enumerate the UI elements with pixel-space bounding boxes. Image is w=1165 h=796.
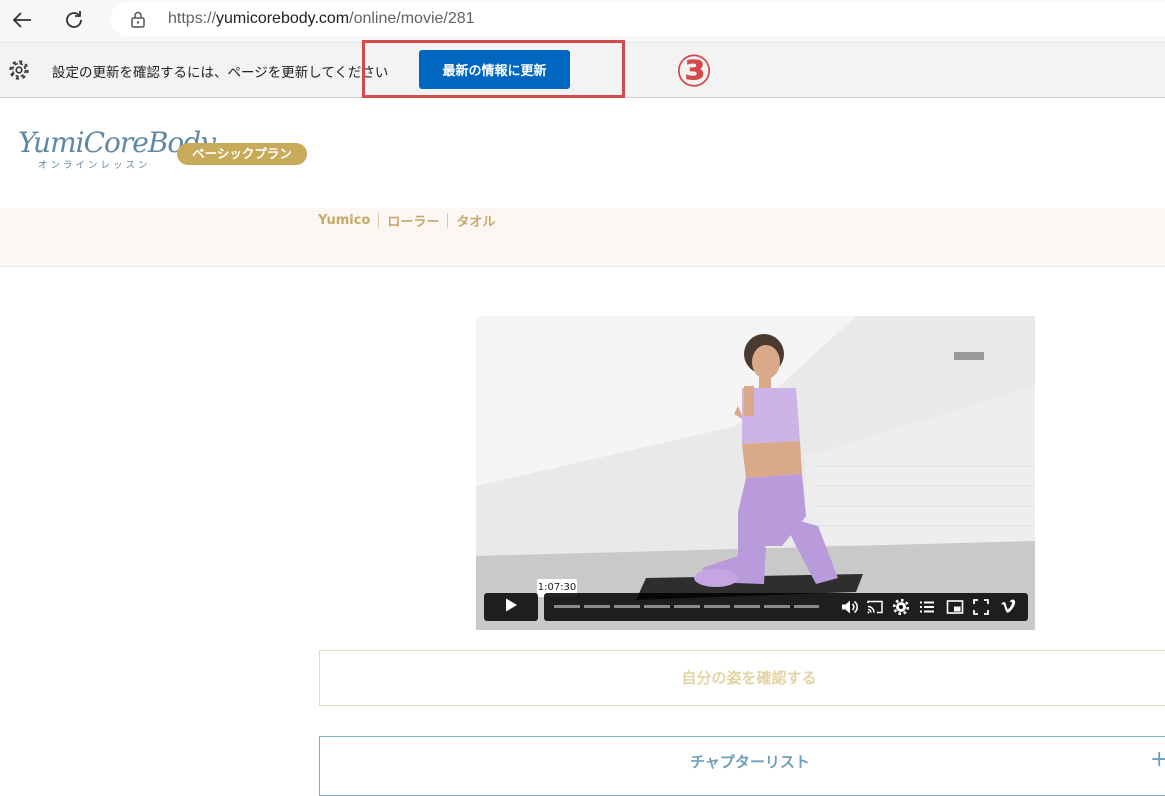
tag-list: Yumico ローラー タオル [318, 211, 495, 230]
gear-icon [7, 58, 31, 86]
reload-icon[interactable] [58, 5, 90, 35]
tag-divider [447, 213, 449, 228]
tag-bar: Yumico ローラー タオル [0, 208, 1165, 267]
chapter-list-label: チャプターリスト [690, 753, 810, 771]
url-path: /online/movie/281 [349, 10, 475, 27]
chapter-list-toggle[interactable]: チャプターリスト + [319, 736, 1165, 796]
highlight-box [362, 40, 625, 98]
volume-icon[interactable] [840, 598, 858, 620]
play-icon [503, 597, 519, 617]
fullscreen-icon[interactable] [972, 598, 990, 620]
self-check-button[interactable]: 自分の姿を確認する [319, 650, 1165, 706]
tag-item[interactable]: Yumico [318, 213, 370, 228]
plus-icon: + [1150, 747, 1165, 772]
tag-item[interactable]: ローラー [387, 211, 439, 230]
cast-icon[interactable] [866, 598, 884, 620]
vimeo-icon[interactable] [1000, 598, 1018, 620]
progress-track[interactable] [554, 605, 819, 608]
url-prefix: https:// [168, 10, 217, 27]
url-text[interactable]: https://yumicorebody.com/online/movie/28… [168, 10, 475, 28]
browser-toolbar: https://yumicorebody.com/online/movie/28… [0, 0, 1165, 43]
settings-icon[interactable] [892, 598, 910, 620]
video-player[interactable]: 1:07:30 [476, 316, 1035, 630]
tag-divider [378, 213, 380, 228]
tag-item[interactable]: タオル [456, 211, 495, 230]
pip-icon[interactable] [946, 598, 964, 620]
url-host: yumicorebody.com [216, 10, 350, 27]
plan-badge: ベーシックプラン [177, 143, 307, 165]
back-icon[interactable] [6, 5, 38, 35]
step-marker: ③ [675, 46, 713, 97]
address-bar[interactable]: https://yumicorebody.com/online/movie/28… [110, 2, 1165, 36]
chapters-icon[interactable] [918, 598, 936, 620]
lock-icon[interactable] [130, 10, 146, 32]
play-button[interactable] [484, 593, 538, 621]
info-message: 設定の更新を確認するには、ページを更新してください [52, 65, 389, 81]
control-bar [544, 593, 1028, 621]
